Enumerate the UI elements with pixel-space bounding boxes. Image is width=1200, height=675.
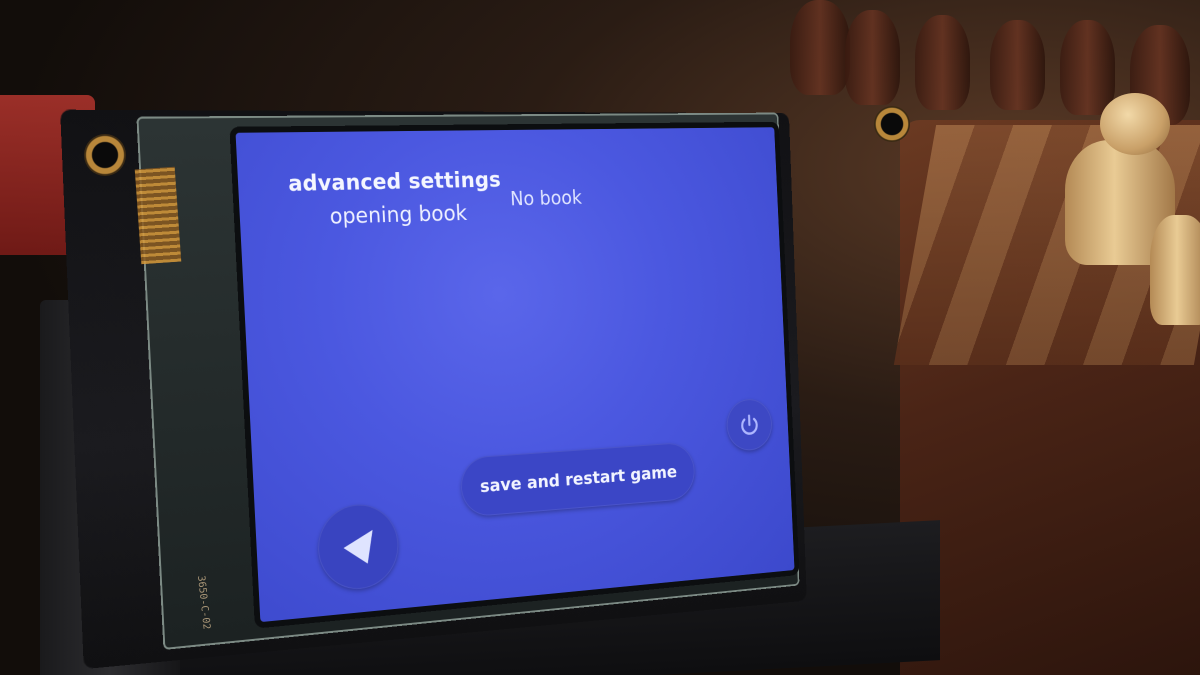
power-icon <box>737 410 762 439</box>
opening-book-label[interactable]: opening book <box>329 202 467 230</box>
dark-chess-piece <box>915 15 970 110</box>
screen-title: advanced settings <box>288 168 502 197</box>
photo-scene: 3650-C-02 advanced settings opening book… <box>0 0 1200 675</box>
dark-chess-piece <box>990 20 1045 110</box>
dark-chess-piece <box>1060 20 1115 115</box>
back-arrow-icon <box>335 521 382 572</box>
light-pawn-body <box>1150 215 1200 325</box>
mount-hole <box>84 134 126 176</box>
save-and-restart-button[interactable]: save and restart game <box>460 442 696 518</box>
mount-hole <box>874 106 910 142</box>
dark-chess-piece <box>845 10 900 105</box>
opening-book-value[interactable]: No book <box>510 186 583 210</box>
light-pawn-head <box>1100 93 1170 155</box>
dark-chess-piece <box>790 0 850 95</box>
power-button[interactable] <box>726 398 773 452</box>
lcd-screen: advanced settings opening book No book s… <box>236 127 795 622</box>
touch-flex-cable <box>135 167 182 265</box>
back-button[interactable] <box>316 502 400 593</box>
